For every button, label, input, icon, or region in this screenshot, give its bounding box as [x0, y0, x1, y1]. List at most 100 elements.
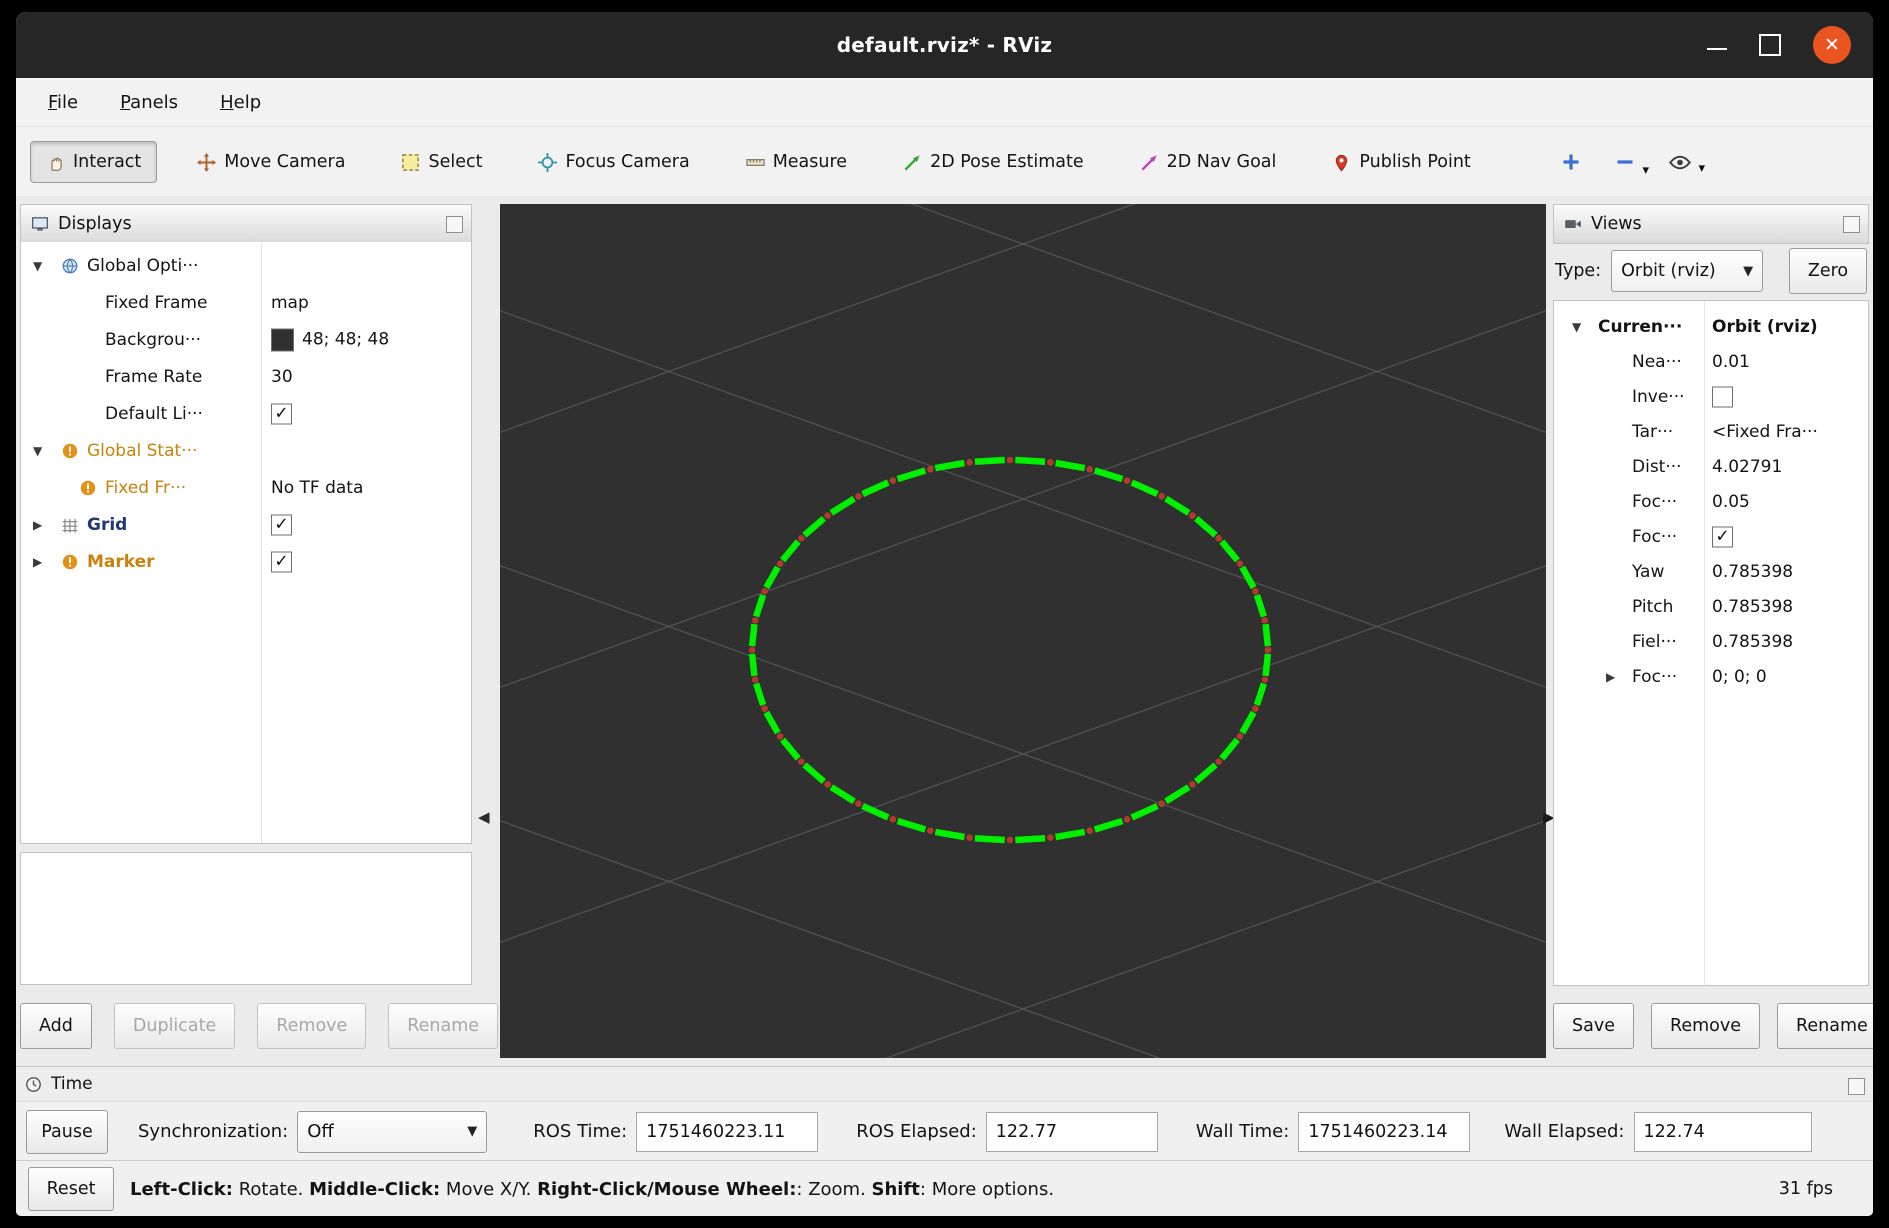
- time-panel-header[interactable]: Time: [16, 1066, 1873, 1102]
- menu-help[interactable]: Help: [220, 92, 261, 113]
- time-field-value[interactable]: 1751460223.11: [636, 1112, 818, 1152]
- view-property-row[interactable]: ▶Foc···0; 0; 0: [1554, 659, 1868, 694]
- display-row[interactable]: Frame Rate30: [21, 358, 471, 395]
- property-value[interactable]: 0.785398: [1712, 562, 1793, 582]
- property-value[interactable]: ✓: [1712, 526, 1733, 547]
- view-property-row[interactable]: ▼Curren···Orbit (rviz): [1554, 309, 1868, 344]
- remove-tool-button[interactable]: ▾: [1615, 152, 1635, 172]
- panel-float-button[interactable]: [446, 216, 463, 233]
- marker-point: [798, 758, 805, 765]
- view-property-row[interactable]: Dist···4.02791: [1554, 449, 1868, 484]
- display-row[interactable]: ▼Global Stat···: [21, 432, 471, 469]
- display-row[interactable]: ▶Marker✓: [21, 543, 471, 580]
- property-value[interactable]: ✓: [271, 403, 292, 424]
- circle-marker-segment: [1132, 806, 1158, 818]
- sync-dropdown[interactable]: Off ▼: [297, 1111, 487, 1153]
- menu-panels[interactable]: Panels: [120, 92, 178, 113]
- property-value[interactable]: 0.05: [1712, 492, 1750, 512]
- views-panel-header[interactable]: Views: [1553, 204, 1869, 244]
- display-row[interactable]: Backgrou···48; 48; 48: [21, 321, 471, 358]
- tool-publish-point[interactable]: Publish Point: [1316, 141, 1486, 183]
- view-type-dropdown[interactable]: Orbit (rviz) ▼: [1611, 250, 1763, 292]
- time-field-value[interactable]: 122.74: [1634, 1112, 1812, 1152]
- add-button[interactable]: Add: [20, 1003, 92, 1049]
- property-value[interactable]: 0.01: [1712, 352, 1750, 372]
- property-value[interactable]: <Fixed Fra···: [1712, 422, 1818, 442]
- maximize-button[interactable]: [1759, 34, 1781, 56]
- circle-marker-segment: [975, 838, 1005, 840]
- pause-button[interactable]: Pause: [26, 1110, 108, 1154]
- panel-float-button[interactable]: [1848, 1078, 1865, 1095]
- checkbox[interactable]: ✓: [271, 551, 292, 572]
- property-value[interactable]: ✓: [271, 551, 292, 572]
- checkbox[interactable]: ✓: [271, 514, 292, 535]
- remove-button[interactable]: Remove: [1651, 1003, 1760, 1049]
- time-field-value[interactable]: 1751460223.14: [1298, 1112, 1470, 1152]
- display-row[interactable]: ▶Grid✓: [21, 506, 471, 543]
- save-button[interactable]: Save: [1553, 1003, 1634, 1049]
- move-camera-icon: [197, 153, 216, 172]
- splitter-collapse-left-icon[interactable]: ◀: [478, 808, 490, 826]
- color-swatch[interactable]: [271, 328, 294, 351]
- marker-point: [1086, 827, 1093, 834]
- window-titlebar[interactable]: default.rviz* - RViz ✕: [16, 12, 1873, 78]
- property-value[interactable]: 30: [271, 367, 293, 387]
- property-value[interactable]: 0; 0; 0: [1712, 667, 1767, 687]
- tool-focus-camera[interactable]: Focus Camera: [522, 141, 705, 183]
- tool-measure[interactable]: Measure: [730, 141, 863, 183]
- time-field-value[interactable]: 122.77: [986, 1112, 1158, 1152]
- view-property-row[interactable]: Tar···<Fixed Fra···: [1554, 414, 1868, 449]
- 3d-scene[interactable]: [500, 204, 1546, 1058]
- expand-icon[interactable]: ▶: [1606, 670, 1615, 684]
- expand-icon[interactable]: ▶: [33, 555, 42, 569]
- zero-button[interactable]: Zero: [1789, 248, 1867, 294]
- property-value[interactable]: 4.02791: [1712, 457, 1782, 477]
- grid-icon: [61, 516, 79, 534]
- expand-icon[interactable]: ▶: [33, 518, 42, 532]
- marker-point: [761, 588, 768, 595]
- warn-icon: [79, 479, 97, 497]
- property-value[interactable]: 0.785398: [1712, 597, 1793, 617]
- view-property-row[interactable]: Foc···0.05: [1554, 484, 1868, 519]
- render-viewport[interactable]: [500, 204, 1546, 1058]
- reset-button[interactable]: Reset: [28, 1167, 114, 1211]
- property-value[interactable]: 48; 48; 48: [271, 328, 389, 351]
- checkbox[interactable]: [1712, 386, 1733, 407]
- display-row[interactable]: Default Li···✓: [21, 395, 471, 432]
- add-tool-button[interactable]: [1561, 152, 1581, 172]
- tool-pose-estimate[interactable]: 2D Pose Estimate: [887, 141, 1100, 183]
- property-value[interactable]: map: [271, 293, 309, 313]
- collapse-icon[interactable]: ▼: [1572, 320, 1581, 334]
- property-description-box: [20, 852, 472, 985]
- view-property-row[interactable]: Yaw0.785398: [1554, 554, 1868, 589]
- tool-select[interactable]: Select: [385, 141, 498, 183]
- tool-properties-button[interactable]: ▾: [1669, 155, 1691, 170]
- property-value[interactable]: [1712, 386, 1733, 407]
- minimize-button[interactable]: [1707, 48, 1727, 51]
- displays-panel-header[interactable]: Displays: [20, 204, 472, 244]
- view-property-row[interactable]: Pitch0.785398: [1554, 589, 1868, 624]
- tool-move-camera[interactable]: Move Camera: [181, 141, 361, 183]
- collapse-icon[interactable]: ▼: [33, 259, 42, 273]
- sync-value: Off: [307, 1121, 334, 1142]
- collapse-icon[interactable]: ▼: [33, 444, 42, 458]
- property-value[interactable]: 0.785398: [1712, 632, 1793, 652]
- menu-file[interactable]: File: [48, 92, 78, 113]
- tool-nav-goal[interactable]: 2D Nav Goal: [1124, 141, 1293, 183]
- view-property-row[interactable]: Fiel···0.785398: [1554, 624, 1868, 659]
- tool-interact[interactable]: Interact: [30, 141, 157, 183]
- property-value[interactable]: Orbit (rviz): [1712, 317, 1818, 337]
- property-value[interactable]: No TF data: [271, 478, 363, 498]
- checkbox[interactable]: ✓: [271, 403, 292, 424]
- checkbox[interactable]: ✓: [1712, 526, 1733, 547]
- view-property-row[interactable]: Nea···0.01: [1554, 344, 1868, 379]
- view-property-row[interactable]: Foc···✓: [1554, 519, 1868, 554]
- view-property-row[interactable]: Inve···: [1554, 379, 1868, 414]
- panel-float-button[interactable]: [1843, 216, 1860, 233]
- display-row[interactable]: ▼Global Opti···: [21, 247, 471, 284]
- property-value[interactable]: ✓: [271, 514, 292, 535]
- display-row[interactable]: Fixed Fr···No TF data: [21, 469, 471, 506]
- close-button[interactable]: ✕: [1813, 26, 1851, 64]
- rename-button[interactable]: Rename: [1777, 1003, 1873, 1049]
- display-row[interactable]: Fixed Framemap: [21, 284, 471, 321]
